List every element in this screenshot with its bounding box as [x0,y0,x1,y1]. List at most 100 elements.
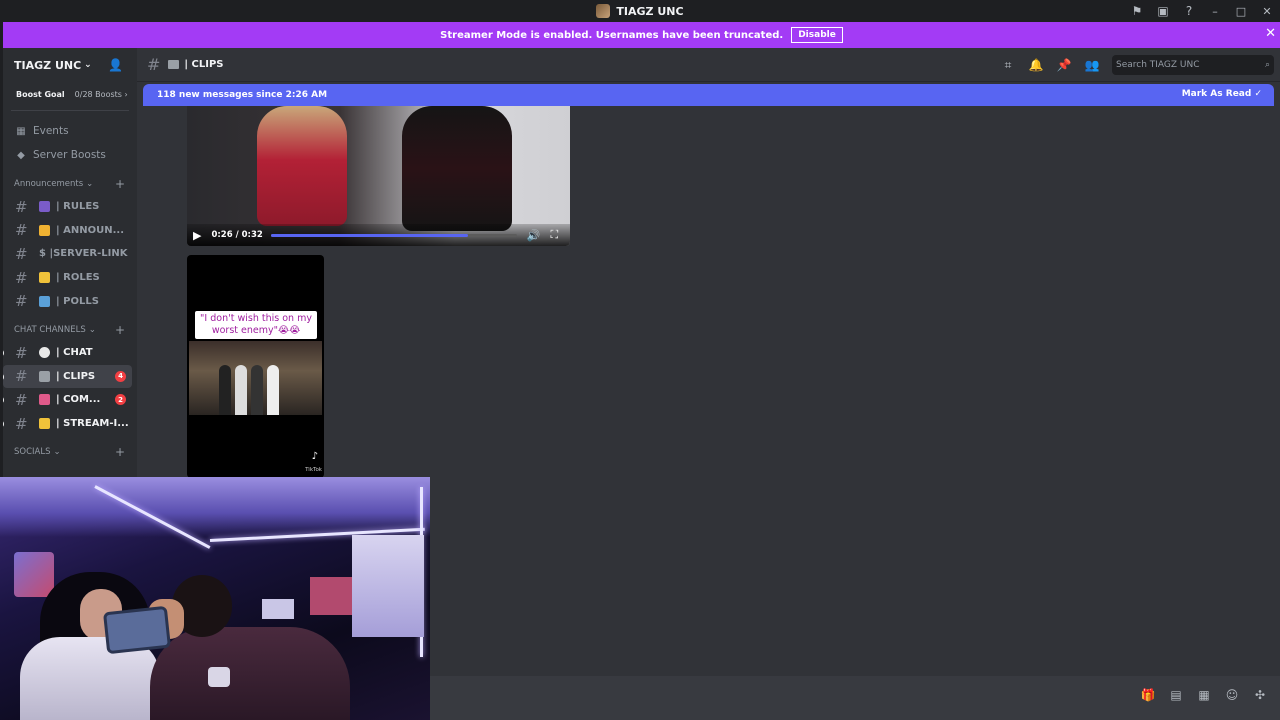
photo-person [219,365,231,415]
tiktok-brand: TikTok [305,467,322,473]
member-list-icon[interactable]: 👥 [1078,58,1106,72]
category-announcements[interactable]: Announcements ⌄ + [3,173,137,195]
server-header[interactable]: TIAGZ UNC ⌄ 👤 [3,48,137,82]
gif-icon[interactable]: ▤ [1162,688,1190,702]
close-banner-icon[interactable]: ✕ [1265,26,1276,41]
category-chat-channels[interactable]: CHAT CHANNELS ⌄ + [3,319,137,341]
channel-com[interactable]: # | COM... 2 [3,388,132,412]
channel-label: | POLLS [56,295,99,307]
chart-emoji-icon [39,295,50,307]
boost-gem-icon: ◆ [17,149,25,161]
volume-icon[interactable]: 🔊 [527,229,541,242]
sticker-icon[interactable]: ▦ [1190,688,1218,702]
fullscreen-icon[interactable]: ⛶ [550,228,558,242]
channel-label: | STREAM-I... [56,418,129,430]
hash-icon: # [15,268,28,287]
photo-person [235,365,247,415]
tiktok-logo-icon: ♪ [311,451,318,462]
hash-icon: # [15,414,28,433]
server-avatar-icon [596,4,611,18]
chevron-down-icon: ⌄ [84,60,92,70]
video-frame-person [402,106,512,231]
video-frame-person [257,106,347,226]
chevron-down-icon: ⌄ [53,447,61,458]
hash-icon: # [15,343,28,362]
channel-roles[interactable]: # | ROLES [3,266,132,290]
photo-person [267,365,279,415]
sidebar-item-label: Events [33,125,69,137]
flag-icon[interactable]: ⚑ [1124,0,1150,22]
chevron-down-icon: ⌄ [86,179,94,189]
search-input[interactable]: Search TIAGZ UNC ⌕ [1112,55,1274,75]
channel-announcements[interactable]: # | ANNOUN... [3,219,132,243]
channel-polls[interactable]: # | POLLS [3,289,132,313]
boost-goal[interactable]: Boost Goal 0/28 Boosts › [3,82,137,106]
apps-icon[interactable]: ✣ [1246,688,1274,702]
help-icon[interactable]: ? [1176,0,1202,22]
unread-indicator [3,396,4,405]
bell-emoji-icon [39,224,50,236]
channel-chat[interactable]: # | CHAT [3,341,132,365]
hash-icon: # [15,244,28,263]
streamer-mode-text: Streamer Mode is enabled. Usernames have… [440,29,784,41]
streamer-mode-banner: Streamer Mode is enabled. Usernames have… [3,22,1280,48]
sidebar-item-events[interactable]: ▦ Events [3,119,137,143]
video-progress-fill [270,233,468,237]
maximize-button[interactable]: □ [1228,0,1254,22]
gift-icon[interactable]: 🎁 [1134,688,1162,702]
hash-icon: # [15,367,28,386]
webcam-person-body [150,627,350,720]
category-label: Announcements [14,179,84,189]
mark-as-read-button[interactable]: Mark As Read ✓ [1182,89,1262,99]
sidebar-item-server-boosts[interactable]: ◆ Server Boosts [3,143,137,167]
category-label: CHAT CHANNELS [14,324,86,335]
sidebar-item-label: Server Boosts [33,149,106,161]
tiktok-video-attachment[interactable]: "I don't wish this on my worst enemy"😭😭 … [187,255,324,478]
speech-bubble-emoji-icon [39,347,50,359]
add-channel-icon[interactable]: + [115,177,125,191]
channel-emoji-icon [39,394,50,406]
channel-label: | RULES [56,201,100,213]
video-time: 0:26 / 0:32 [211,230,263,240]
sidebar-divider [11,110,129,111]
channel-server-link[interactable]: # $ |SERVER-LINK [3,242,132,266]
clapper-emoji-icon [168,60,180,69]
unread-indicator [3,348,4,357]
minimize-button[interactable]: – [1202,0,1228,22]
channel-rules[interactable]: # | RULES [3,195,132,219]
pin-icon[interactable]: 📌 [1050,58,1078,72]
hash-icon: # [15,197,28,216]
invite-people-icon[interactable]: 👤 [108,58,123,72]
threads-icon[interactable]: ⌗ [994,58,1022,73]
channel-label: | COM... [56,394,101,406]
emoji-icon[interactable]: ☺ [1218,688,1246,702]
search-icon: ⌕ [1264,60,1270,70]
hash-icon: # [15,292,28,311]
add-channel-icon[interactable]: + [115,445,125,459]
add-channel-icon[interactable]: + [115,323,125,337]
clapper-emoji-icon [39,370,50,382]
unread-indicator [3,372,4,381]
close-window-button[interactable]: ✕ [1254,0,1280,22]
boost-count: 0/28 Boosts › [74,89,128,99]
room-window [352,535,424,637]
new-messages-bar[interactable]: 118 new messages since 2:26 AM Mark As R… [143,84,1274,106]
window-title: TIAGZ UNC [616,4,684,18]
video-attachment[interactable]: ▶ 0:26 / 0:32 🔊 ⛶ [187,106,570,246]
channel-stream[interactable]: # | STREAM-I... [3,412,132,436]
channel-clips[interactable]: # | CLIPS 4 [3,364,132,389]
message-composer[interactable]: 🎁 ▤ ▦ ☺ ✣ [430,676,1280,720]
mark-read-icon: ✓ [1254,89,1262,99]
play-icon[interactable]: ▶ [193,229,201,242]
disable-streamer-mode-button[interactable]: Disable [791,27,843,43]
mention-badge: 4 [115,370,126,382]
mention-badge: 2 [115,394,126,406]
notification-bell-icon[interactable]: 🔔 [1022,58,1050,72]
video-progress-bar[interactable] [270,233,517,237]
calendar-icon: ▦ [16,125,26,137]
video-controls: ▶ 0:26 / 0:32 🔊 ⛶ [187,224,570,246]
new-messages-text: 118 new messages since 2:26 AM [157,90,328,100]
category-socials[interactable]: SOCIALS ⌄ + [3,441,137,463]
screen-share-icon[interactable]: ▣ [1150,0,1176,22]
air-conditioner [262,599,294,619]
